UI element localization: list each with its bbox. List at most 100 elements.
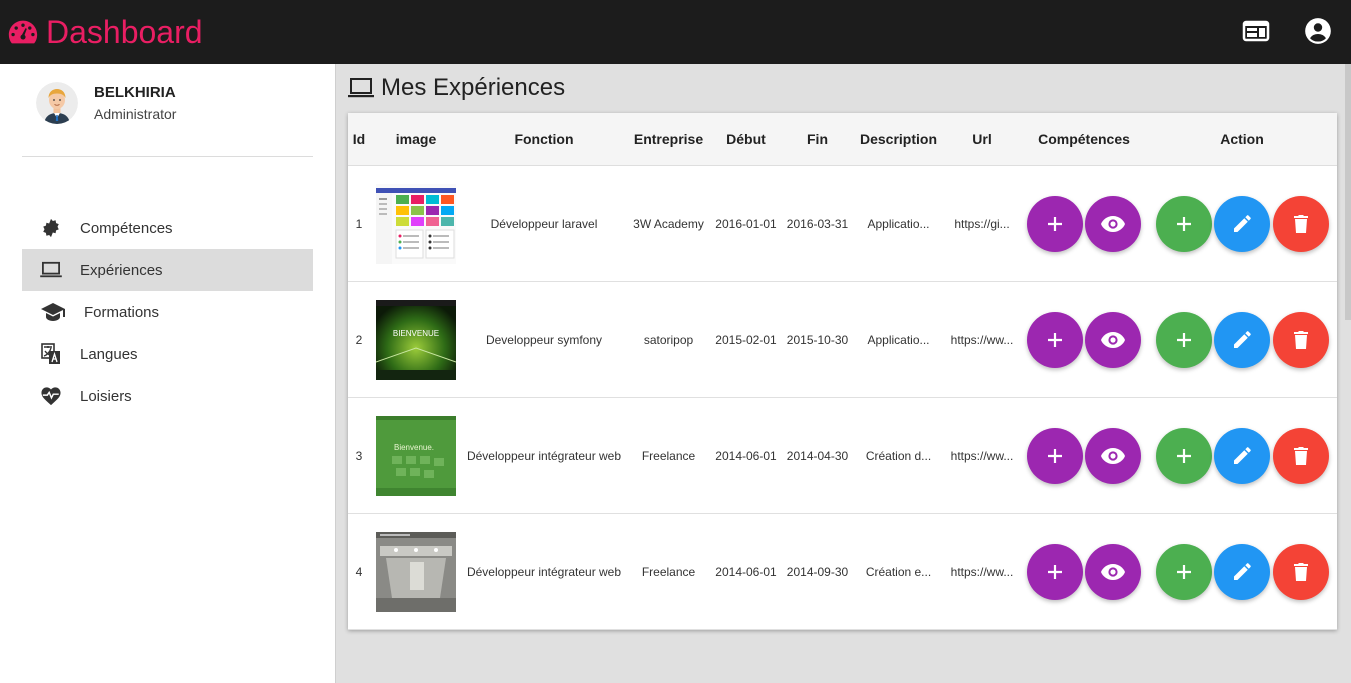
cell-url[interactable]: https://ww... [946,514,1018,630]
trash-icon [1294,215,1308,233]
add-button[interactable] [1156,544,1212,600]
trash-icon [1294,447,1308,465]
sidebar-item-label: Expériences [80,261,163,279]
cell-fin: 2014-09-30 [786,565,849,579]
sidebar-item-loisiers[interactable]: Loisiers [22,375,313,417]
edit-button[interactable] [1214,544,1270,600]
sidebar-item-competences[interactable]: Compétences [22,207,313,249]
cell-description: Applicatio... [867,217,930,231]
column-header-fin[interactable]: Fin [784,113,851,166]
delete-button[interactable] [1273,428,1329,484]
eye-icon [1101,564,1125,580]
column-header-description[interactable]: Description [853,113,944,166]
web-layout-icon[interactable] [1241,16,1271,46]
column-header-image[interactable]: image [376,113,456,166]
column-header-entreprise[interactable]: Entreprise [628,113,709,166]
plus-icon [1177,333,1191,347]
experience-thumbnail[interactable] [376,184,456,264]
cell-fonction: Développeur laravel [490,217,598,231]
table-row: 3 Bienvenue. Développeur intégrateur web… [348,398,1337,514]
scrollbar[interactable] [1345,64,1351,320]
cell-debut: 2016-01-01 [715,217,777,231]
cell-description: Création d... [865,449,932,463]
view-competences-button[interactable] [1085,312,1141,368]
column-header-fonction[interactable]: Fonction [464,113,624,166]
edit-button[interactable] [1214,428,1270,484]
cell-url[interactable]: https://ww... [946,398,1018,514]
sidebar-item-experiences[interactable]: Expériences [22,249,313,291]
cell-entreprise: satoripop [643,333,694,347]
column-header-action[interactable]: Action [1156,113,1328,166]
cell-debut: 2014-06-01 [715,565,777,579]
cell-entreprise: 3W Academy [633,217,704,231]
graduation-cap-icon [40,301,66,323]
view-competences-button[interactable] [1085,428,1141,484]
add-button[interactable] [1156,428,1212,484]
cell-fonction: Developpeur symfony [485,333,603,347]
sidebar-item-label: Loisiers [80,387,132,405]
edit-button[interactable] [1214,196,1270,252]
column-header-url[interactable]: Url [946,113,1018,166]
gear-badge-icon [40,217,62,239]
experience-thumbnail[interactable] [376,532,456,612]
delete-button[interactable] [1273,312,1329,368]
heart-pulse-icon [40,385,62,407]
sidebar-item-langues[interactable]: Langues [22,333,313,375]
add-competence-button[interactable] [1027,196,1083,252]
plus-icon [1048,333,1062,347]
edit-button[interactable] [1214,312,1270,368]
pencil-icon [1234,563,1251,580]
add-competence-button[interactable] [1027,544,1083,600]
plus-icon [1048,217,1062,231]
add-button[interactable] [1156,196,1212,252]
cell-description: Applicatio... [867,333,930,347]
view-competences-button[interactable] [1085,544,1141,600]
page-header: Mes Expériences [347,74,565,102]
account-circle-icon[interactable] [1303,16,1333,46]
cell-debut: 2015-02-01 [715,333,777,347]
table-row: 1 Développeur laravel 3W Academy 2016-01… [348,166,1337,282]
plus-icon [1048,565,1062,579]
plus-icon [1177,217,1191,231]
cell-fin: 2014-04-30 [786,449,849,463]
column-header-competences[interactable]: Compétences [1026,113,1142,166]
pencil-icon [1234,447,1251,464]
experiences-table: Id image Fonction Entreprise Début Fin D… [348,113,1337,630]
cell-description: Création e... [865,565,932,579]
cell-entreprise: Freelance [641,449,696,463]
translate-icon [40,343,62,365]
brand[interactable]: Dashboard [6,14,203,51]
view-competences-button[interactable] [1085,196,1141,252]
cell-url[interactable]: https://ww... [946,282,1018,398]
sidebar-item-formations[interactable]: Formations [22,291,313,333]
eye-icon [1101,448,1125,464]
avatar [36,82,78,124]
cell-fonction: Développeur intégrateur web [466,449,622,463]
add-competence-button[interactable] [1027,312,1083,368]
column-header-debut[interactable]: Début [711,113,781,166]
eye-icon [1101,332,1125,348]
cell-url[interactable]: https://gi... [946,166,1018,282]
plus-icon [1177,565,1191,579]
sidebar-nav: Compétences Expériences Formations Langu… [22,207,313,417]
plus-icon [1177,449,1191,463]
laptop-icon [40,259,62,281]
sidebar-item-label: Langues [80,345,138,363]
add-competence-button[interactable] [1027,428,1083,484]
experience-thumbnail[interactable]: BIENVENUE [376,300,456,380]
delete-button[interactable] [1273,544,1329,600]
delete-button[interactable] [1273,196,1329,252]
user-profile: BELKHIRIA Administrator [36,82,176,124]
user-role: Administrator [94,106,177,122]
eye-icon [1101,216,1125,232]
pencil-icon [1234,331,1251,348]
add-button[interactable] [1156,312,1212,368]
speedometer-icon [8,20,38,44]
cell-id: 1 [355,217,363,231]
cell-entreprise: Freelance [641,565,696,579]
top-app-bar: Dashboard [0,0,1351,64]
column-header-id[interactable]: Id [348,113,370,166]
table-row: 2 BIENVENUE Developpeur symfony satoripo… [348,282,1337,398]
laptop-icon [348,78,374,98]
experience-thumbnail[interactable]: Bienvenue. [376,416,456,496]
